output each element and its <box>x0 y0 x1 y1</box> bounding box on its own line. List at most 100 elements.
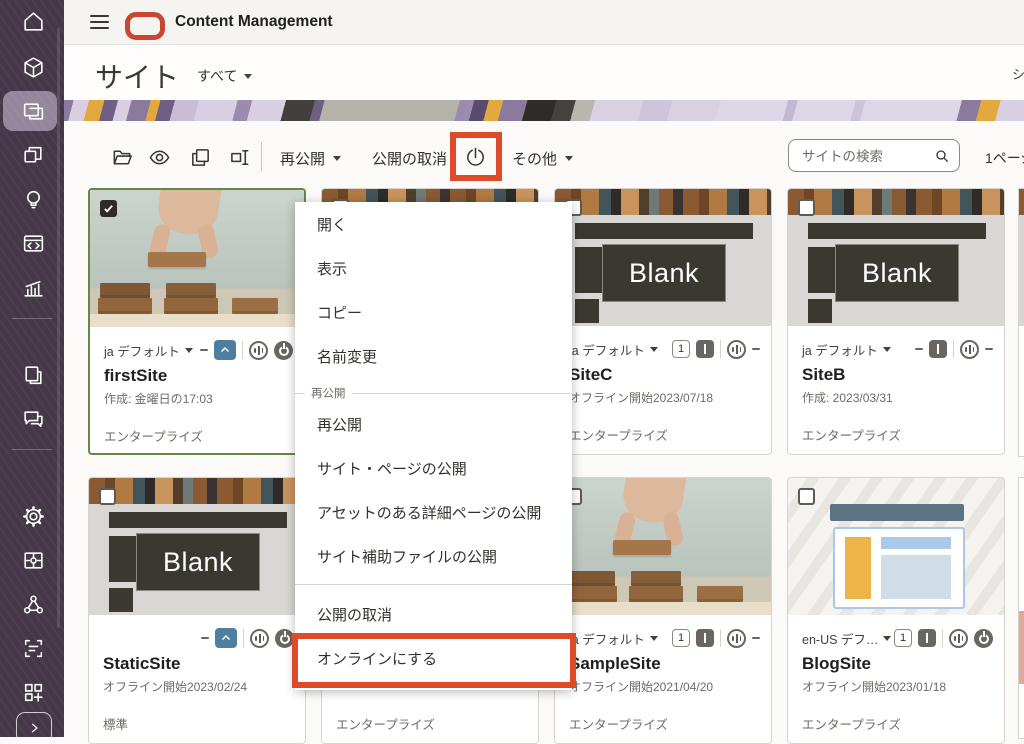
rename-button[interactable] <box>228 145 252 169</box>
site-card-BlogSite[interactable]: en-US デフ… 1 BlogSite オフライン開始2023/01/18 エ… <box>787 477 1005 744</box>
dash-icon <box>915 348 923 350</box>
site-card-SampleSite[interactable]: ja デフォルト 1 SampleSite オフライン開始2021/04/20 … <box>554 477 772 744</box>
update-status-icon <box>696 340 714 358</box>
sidebar-item-recommendations[interactable] <box>20 186 46 212</box>
partial-card[interactable] <box>1018 188 1024 457</box>
menu-item-bring-online[interactable]: オンラインにする <box>295 638 572 682</box>
site-thumbnail: Blank <box>555 189 771 326</box>
stacked-windows-icon <box>21 143 46 168</box>
oracle-logo <box>125 12 165 40</box>
sidebar-item-assets[interactable] <box>20 54 46 80</box>
card-checkbox[interactable] <box>798 199 815 216</box>
menu-item-unpublish[interactable]: 公開の取消 <box>295 594 572 638</box>
site-card-SiteB[interactable]: Blank ja デフォルト SiteB 作成: 2023/03/31 エンター… <box>787 188 1005 455</box>
updates-count-badge[interactable]: 1 <box>672 629 690 647</box>
collapse-details-button[interactable] <box>215 628 237 648</box>
sidebar-scrollbar[interactable] <box>57 28 60 628</box>
republish-label: 再公開 <box>280 148 325 169</box>
chevron-down-icon <box>883 636 891 641</box>
language-dropdown[interactable]: ja デフォルト <box>802 340 891 359</box>
dash-icon <box>752 348 760 350</box>
sidebar-item-home[interactable] <box>20 8 46 34</box>
sidebar-item-graph[interactable] <box>20 591 46 617</box>
filter-dropdown[interactable]: すべて <box>197 66 252 86</box>
chat-bubbles-icon <box>21 407 46 432</box>
site-name: StaticSite <box>103 654 180 674</box>
sidebar-item-conversations[interactable] <box>20 406 46 432</box>
chevron-up-icon <box>219 344 231 356</box>
icon-divider <box>942 629 943 647</box>
sidebar-item-integrations[interactable] <box>20 547 46 573</box>
site-subtitle: オフライン開始2023/02/24 <box>103 678 247 695</box>
sidebar-item-settings[interactable] <box>20 503 46 529</box>
bring-online-button[interactable] <box>463 144 487 168</box>
menu-item-copy[interactable]: コピー <box>295 292 572 336</box>
sidebar-item-analytics[interactable] <box>20 274 46 300</box>
site-card-SiteC[interactable]: Blank ja デフォルト 1 SiteC オフライン開始2023/07/18… <box>554 188 772 455</box>
copy-icon <box>189 146 212 169</box>
updates-count-badge[interactable]: 1 <box>894 629 912 647</box>
site-type: エンタープライズ <box>802 425 901 444</box>
search-icon[interactable] <box>934 148 950 164</box>
topbar: Content Management <box>64 0 1024 45</box>
card-checkbox[interactable] <box>798 488 815 505</box>
more-dropdown[interactable]: その他 <box>512 148 573 169</box>
sidebar-item-hierarchies[interactable] <box>20 142 46 168</box>
partial-card[interactable] <box>1018 477 1024 739</box>
sidebar <box>0 0 64 737</box>
chevron-down-icon <box>333 156 341 161</box>
bar-chart-icon <box>21 275 46 300</box>
hamburger-menu-icon[interactable] <box>90 15 109 29</box>
sidebar-divider <box>12 318 52 319</box>
site-search <box>788 139 960 172</box>
chevron-down-icon <box>185 348 193 353</box>
sidebar-item-apps[interactable] <box>20 679 46 705</box>
collapse-details-button[interactable] <box>214 340 236 360</box>
sidebar-item-capture[interactable] <box>20 635 46 661</box>
language-dropdown[interactable]: en-US デフ… <box>802 629 891 648</box>
sidebar-item-developer[interactable] <box>20 230 46 256</box>
copy-button[interactable] <box>188 145 212 169</box>
menu-item-publish-site-pages[interactable]: サイト・ページの公開 <box>295 448 572 492</box>
sites-icon <box>21 99 46 124</box>
update-status-icon <box>918 629 936 647</box>
update-status-icon <box>696 629 714 647</box>
menu-item-view[interactable]: 表示 <box>295 248 572 292</box>
icon-divider <box>243 629 244 647</box>
site-name: SampleSite <box>569 654 661 674</box>
more-label: その他 <box>512 148 557 169</box>
site-thumbnail: Blank <box>89 478 305 615</box>
site-card-firstSite[interactable]: ja デフォルト firstSite 作成: 金曜日の17:03 エンタープライ… <box>88 188 306 455</box>
sidebar-item-documents[interactable] <box>20 362 46 388</box>
context-menu: 開く 表示 コピー 名前変更 再公開 再公開 サイト・ページの公開 アセットのあ… <box>295 202 572 690</box>
online-status-icon <box>974 629 993 648</box>
unpublish-button[interactable]: 公開の取消 <box>372 148 447 169</box>
menu-item-republish[interactable]: 再公開 <box>295 404 572 448</box>
preview-button[interactable] <box>147 145 171 169</box>
language-dropdown[interactable]: ja デフォルト <box>104 341 193 360</box>
menu-item-open[interactable]: 開く <box>295 204 572 248</box>
site-name: firstSite <box>104 366 167 386</box>
site-type: エンタープライズ <box>802 714 901 733</box>
card-checkbox[interactable] <box>99 488 116 505</box>
language-dropdown[interactable]: ja デフォルト <box>569 629 658 648</box>
card-checkbox-checked[interactable] <box>100 200 117 217</box>
menu-item-publish-site-files[interactable]: サイト補助ファイルの公開 <box>295 536 572 580</box>
menu-item-rename[interactable]: 名前変更 <box>295 336 572 380</box>
site-card-StaticSite[interactable]: Blank StaticSite オフライン開始2023/02/24 標準 <box>88 477 306 744</box>
sidebar-expand-button[interactable] <box>16 712 52 744</box>
update-status-icon <box>929 340 947 358</box>
site-thumbnail <box>90 190 304 327</box>
grid-plus-icon <box>21 680 46 705</box>
power-icon <box>464 145 487 168</box>
sidebar-item-sites[interactable] <box>20 98 46 124</box>
republish-dropdown[interactable]: 再公開 <box>280 148 341 169</box>
unpublish-label: 公開の取消 <box>372 148 447 169</box>
published-status-icon <box>249 341 268 360</box>
language-dropdown[interactable]: ja デフォルト <box>569 340 658 359</box>
open-button[interactable] <box>110 145 134 169</box>
updates-count-badge[interactable]: 1 <box>672 340 690 358</box>
search-input[interactable] <box>800 141 929 172</box>
menu-item-publish-detail-pages[interactable]: アセットのある詳細ページの公開 <box>295 492 572 536</box>
clipped-corner-text: シ <box>1012 64 1024 83</box>
